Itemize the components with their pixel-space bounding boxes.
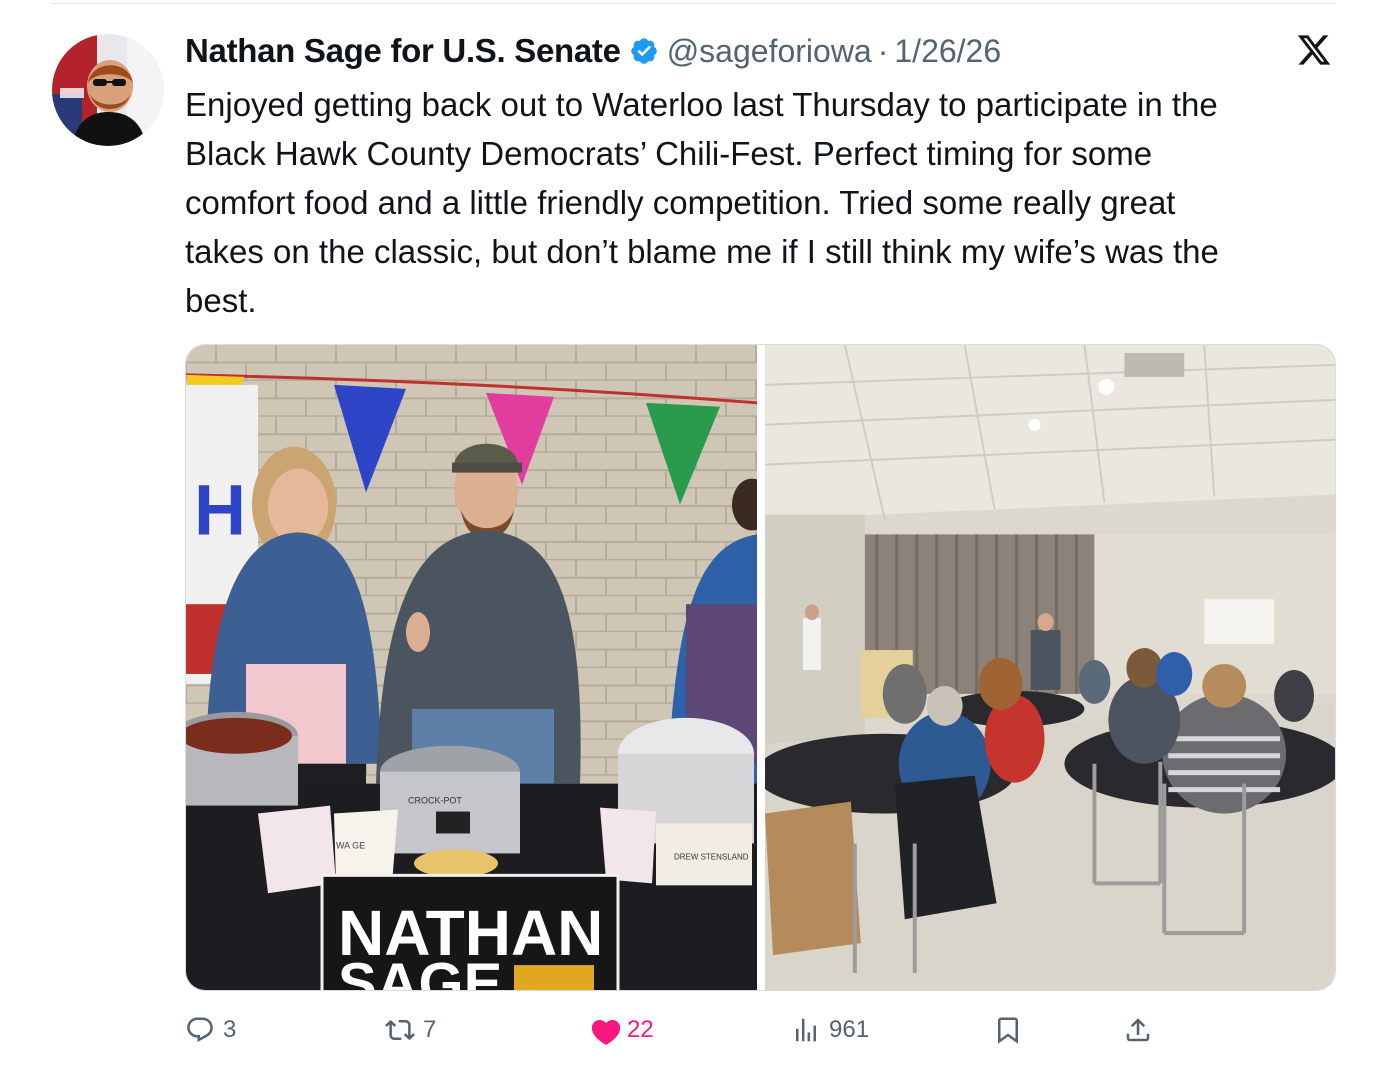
author-avatar[interactable] <box>52 34 164 146</box>
crockpot-brand: CROCK-POT <box>408 796 462 806</box>
like-button[interactable]: 22 <box>589 1008 654 1052</box>
reply-icon <box>185 1015 215 1045</box>
views-count: 961 <box>829 1016 870 1043</box>
author-handle[interactable]: @sageforiowa <box>667 33 872 70</box>
views-button[interactable]: 961 <box>791 1008 869 1052</box>
bookmark-icon <box>993 1015 1023 1045</box>
reply-button[interactable]: 3 <box>185 1008 236 1052</box>
share-icon <box>1123 1015 1153 1045</box>
heart-icon <box>589 1015 621 1045</box>
tweet-text: Enjoyed getting back out to Waterloo las… <box>185 86 1219 319</box>
tweet-header: Nathan Sage for U.S. Senate @sageforiowa… <box>185 28 1001 74</box>
tweet-date[interactable]: 1/26/26 <box>894 33 1001 70</box>
verified-badge-icon[interactable] <box>629 36 659 66</box>
svg-text:H: H <box>194 471 246 551</box>
photo-chili-table[interactable]: H CROCK-POT WA GE DREW STENSLAND NATHAN … <box>186 345 757 990</box>
table-card-label: DREW STENSLAND <box>674 852 749 861</box>
top-divider <box>52 3 1336 4</box>
media-grid: H CROCK-POT WA GE DREW STENSLAND NATHAN … <box>185 344 1336 991</box>
reply-count: 3 <box>223 1016 237 1043</box>
photo-gap <box>757 345 765 990</box>
bookmark-button[interactable] <box>993 1008 1031 1052</box>
repost-count: 7 <box>423 1016 437 1043</box>
sign-line-2: SAGE <box>338 952 502 990</box>
photo-event-hall[interactable] <box>765 345 1335 990</box>
repost-icon <box>385 1015 415 1045</box>
separator-dot: · <box>877 32 889 69</box>
repost-button[interactable]: 7 <box>385 1008 436 1052</box>
author-name[interactable]: Nathan Sage for U.S. Senate <box>185 32 621 70</box>
views-icon <box>791 1015 821 1045</box>
action-bar: 3 7 22 961 <box>185 1008 1336 1052</box>
x-logo-icon[interactable] <box>1296 32 1332 68</box>
like-count: 22 <box>627 1016 654 1043</box>
share-button[interactable] <box>1123 1008 1161 1052</box>
cup-label: WA GE <box>336 840 365 850</box>
